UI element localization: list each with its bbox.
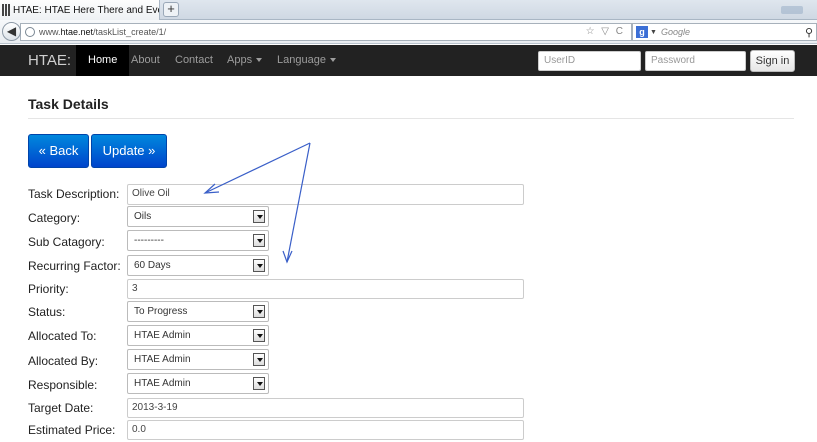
task-description-label: Task Description: [28, 187, 120, 201]
estimated-price-input[interactable]: 0.0 [127, 420, 524, 440]
caret-down-icon [256, 58, 263, 63]
status-label: Status: [28, 305, 66, 319]
sign-in-button[interactable]: Sign in [750, 50, 795, 72]
recurring-factor-label: Recurring Factor: [28, 259, 121, 273]
password-input[interactable]: Password [645, 51, 746, 71]
globe-icon [25, 27, 35, 37]
tab-title: HTAE: HTAE Here There and Everywhere... [13, 4, 159, 16]
new-tab-button[interactable]: + [163, 2, 179, 17]
sub-category-select[interactable]: --------- [127, 230, 269, 251]
dropdown-arrow-icon[interactable] [253, 210, 265, 223]
priority-label: Priority: [28, 282, 69, 296]
responsible-label: Responsible: [28, 378, 98, 392]
back-button[interactable]: « Back [28, 134, 89, 168]
dropdown-arrow-icon[interactable] [253, 353, 265, 366]
site-brand[interactable]: HTAE: [28, 52, 71, 69]
target-date-label: Target Date: [28, 401, 94, 415]
chevron-down-icon[interactable]: ▼ [650, 29, 657, 36]
nav-item-about[interactable]: About [131, 45, 160, 76]
search-icon[interactable]: ⚲ [805, 26, 813, 39]
caret-down-icon [329, 58, 336, 63]
sub-category-label: Sub Catagory: [28, 235, 105, 249]
dropdown-arrow-icon[interactable] [253, 329, 265, 342]
update-button[interactable]: Update » [91, 134, 167, 168]
browser-back-button[interactable]: ◀ [2, 22, 21, 41]
allocated-by-label: Allocated By: [28, 354, 99, 368]
nav-item-apps[interactable]: Apps [227, 45, 263, 76]
allocated-to-select[interactable]: HTAE Admin [127, 325, 269, 346]
responsible-select[interactable]: HTAE Admin [127, 373, 269, 394]
google-icon: g [636, 26, 648, 38]
estimated-price-label: Estimated Price: [28, 423, 116, 437]
nav-item-home[interactable]: Home [76, 45, 130, 76]
responsible-value: HTAE Admin [134, 378, 191, 389]
task-description-input[interactable]: Olive Oil [127, 184, 524, 205]
allocated-to-value: HTAE Admin [134, 330, 191, 341]
annotation-arrowhead-recurring [282, 250, 293, 264]
sub-category-value: --------- [134, 235, 164, 246]
back-arrow-icon: ◀ [6, 24, 17, 38]
browser-tab[interactable]: HTAE: HTAE Here There and Everywhere... [0, 0, 160, 20]
page-title: Task Details [28, 96, 109, 112]
allocated-by-value: HTAE Admin [134, 354, 191, 365]
priority-input[interactable]: 3 [127, 279, 524, 299]
site-favicon-icon [2, 4, 10, 16]
dropdown-arrow-icon[interactable] [253, 234, 265, 247]
recurring-factor-select[interactable]: 60 Days [127, 255, 269, 276]
dropdown-arrow-icon[interactable] [253, 305, 265, 318]
browser-tab-bar: HTAE: HTAE Here There and Everywhere... … [0, 0, 817, 20]
status-value: To Progress [134, 306, 188, 317]
allocated-to-label: Allocated To: [28, 329, 97, 343]
browser-search-input[interactable]: g ▼ Google ⚲ [632, 23, 817, 41]
status-select[interactable]: To Progress [127, 301, 269, 322]
category-label: Category: [28, 211, 81, 225]
browser-toolbar: www.htae.net/taskList_create/1/ ☆ ▽ C ◀ … [0, 20, 817, 44]
site-navbar: HTAE: Home About Contact Apps Language U… [0, 45, 817, 76]
address-bar[interactable]: www.htae.net/taskList_create/1/ ☆ ▽ C [20, 23, 632, 41]
recurring-factor-value: 60 Days [134, 260, 171, 271]
allocated-by-select[interactable]: HTAE Admin [127, 349, 269, 370]
title-divider [28, 118, 794, 119]
search-engine-placeholder: Google [660, 27, 690, 37]
url-text: www.htae.net/taskList_create/1/ [39, 27, 167, 37]
dropdown-arrow-icon[interactable] [253, 259, 265, 272]
target-date-input[interactable]: 2013-3-19 [127, 398, 524, 418]
nav-item-language[interactable]: Language [277, 45, 336, 76]
bookmark-reload-icons[interactable]: ☆ ▽ C [586, 26, 625, 37]
tab-list-icon[interactable] [781, 6, 803, 14]
category-select[interactable]: Oils [127, 206, 269, 227]
nav-item-contact[interactable]: Contact [175, 45, 213, 76]
category-value: Oils [134, 211, 152, 222]
dropdown-arrow-icon[interactable] [253, 377, 265, 390]
userid-input[interactable]: UserID [538, 51, 641, 71]
